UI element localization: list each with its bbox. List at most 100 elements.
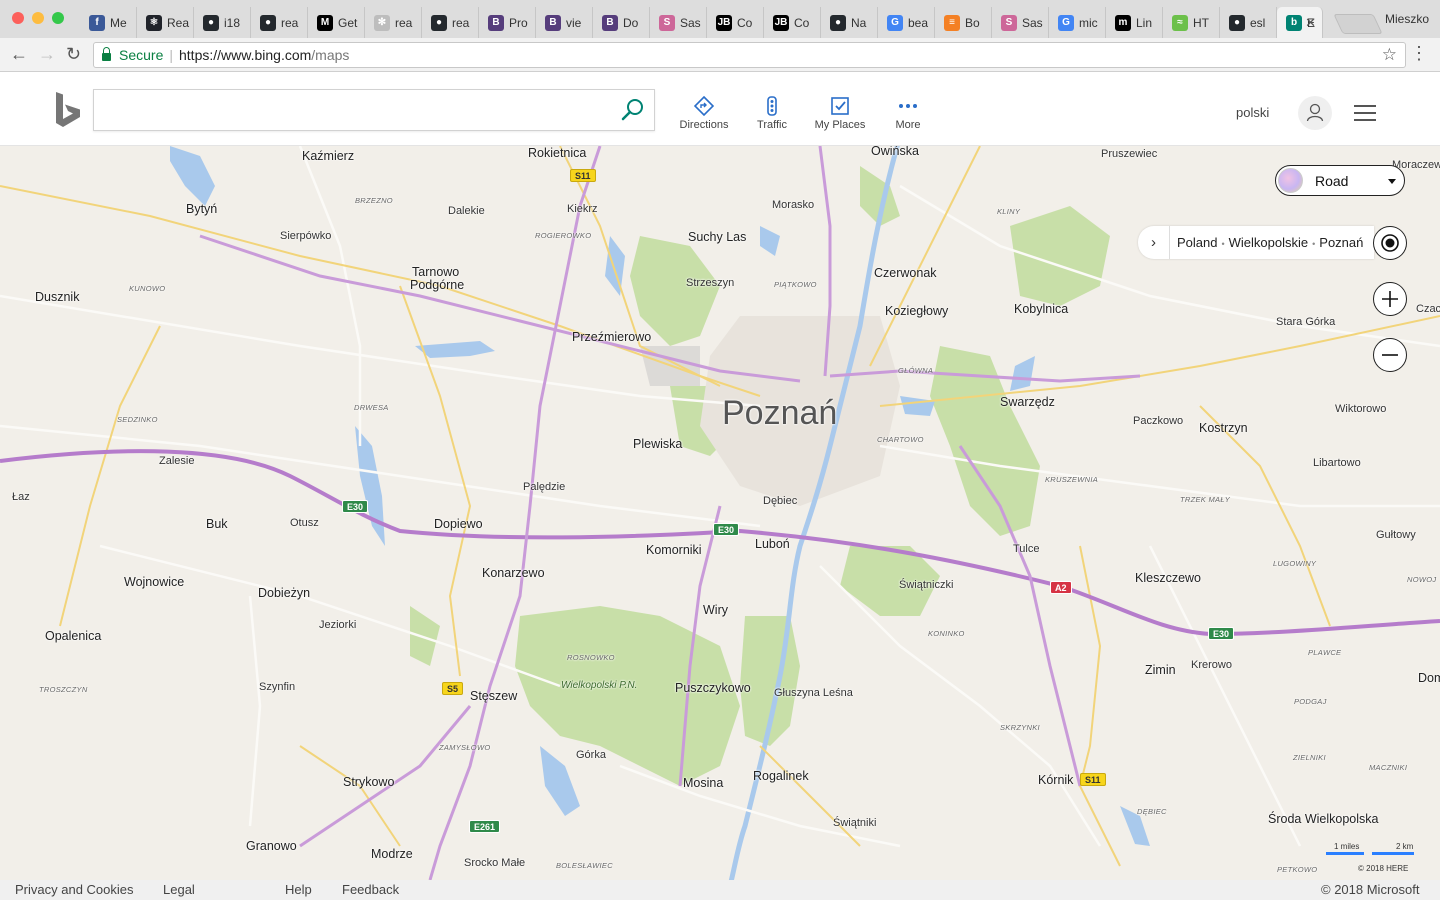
map-style-selector[interactable]: Road (1275, 165, 1405, 196)
map-place-label[interactable]: Swarzędz (1000, 395, 1055, 409)
map-place-label[interactable]: Środa Wielkopolska (1268, 812, 1378, 826)
close-window-button[interactable] (12, 12, 24, 24)
browser-tab[interactable]: S Sas (650, 7, 707, 38)
map-place-label[interactable]: Kaźmierz (302, 149, 354, 163)
map-place-label[interactable]: Palędzie (523, 481, 565, 493)
language-link[interactable]: polski (1236, 105, 1269, 120)
map-place-label[interactable]: Tarnowo (412, 265, 459, 279)
browser-tab[interactable]: JB Co (764, 7, 821, 38)
map-place-label[interactable]: BOLESŁAWIEC (556, 861, 613, 870)
map-place-label[interactable]: Opalenica (45, 629, 101, 643)
more-button[interactable]: More (876, 96, 940, 131)
profile-name[interactable]: Mieszko (1385, 12, 1429, 26)
browser-tab[interactable]: ● Na (821, 7, 878, 38)
map-place-label[interactable]: Puszczykowo (675, 681, 751, 695)
map-place-label[interactable]: Dusznik (35, 290, 79, 304)
map-place-label[interactable]: Koziegłowy (885, 304, 948, 318)
map-place-label[interactable]: Granowo (246, 839, 297, 853)
map-place-label[interactable]: Szynfin (259, 681, 295, 693)
map-place-label[interactable]: Strzeszyn (686, 277, 734, 289)
traffic-button[interactable]: Traffic (740, 96, 804, 131)
new-tab-button[interactable] (1333, 14, 1383, 34)
map-place-label[interactable]: Wiktorowo (1335, 403, 1386, 415)
map-place-label[interactable]: Przeźmierowo (572, 330, 651, 344)
forward-arrow-icon[interactable]: → (38, 44, 56, 65)
map-place-label[interactable]: GŁÓWNA (898, 366, 933, 375)
map-place-label[interactable]: SEDZINKO (117, 415, 158, 424)
map-place-label[interactable]: Otusz (290, 517, 319, 529)
my-places-button[interactable]: My Places (808, 96, 872, 131)
map-place-label[interactable]: DRWESA (354, 403, 389, 412)
map-place-label[interactable]: ZAMYSŁOWO (439, 743, 490, 752)
map-place-label[interactable]: SKRZYNKI (1000, 723, 1040, 732)
map-place-label[interactable]: ZIELNIKI (1293, 753, 1326, 762)
map-place-label[interactable]: Gułtowy (1376, 529, 1416, 541)
map-place-label[interactable]: Dopiewo (434, 517, 483, 531)
chevron-right-icon[interactable]: › (1138, 226, 1170, 259)
map-place-label[interactable]: Stęszew (470, 689, 517, 703)
browser-tab[interactable]: ≡ Bo (935, 7, 992, 38)
map-place-label[interactable]: Podgórne (410, 278, 464, 292)
map-place-label[interactable]: Kostrzyn (1199, 421, 1248, 435)
map-place-label[interactable]: Wojnowice (124, 575, 184, 589)
map-place-label[interactable]: PIĄTKOWO (774, 280, 817, 289)
map-place-label[interactable]: Libartowo (1313, 457, 1361, 469)
map-place-label[interactable]: Paczkowo (1133, 415, 1183, 427)
map-place-label[interactable]: TROSZCZYN (39, 685, 88, 694)
browser-tab[interactable]: m Lin (1106, 7, 1163, 38)
map-place-label[interactable]: Suchy Las (688, 230, 746, 244)
map-place-label[interactable]: PODGAJ (1294, 697, 1327, 706)
map-place-label[interactable]: Poznań (722, 394, 837, 433)
map-place-label[interactable]: Górka (576, 749, 606, 761)
minimize-window-button[interactable] (32, 12, 44, 24)
breadcrumb-country[interactable]: Poland (1177, 235, 1217, 250)
browser-tab[interactable]: Gbea (878, 7, 935, 38)
maximize-window-button[interactable] (52, 12, 64, 24)
map-place-label[interactable]: ROSNOWKO (567, 653, 615, 662)
map-place-label[interactable]: Kleszczewo (1135, 571, 1201, 585)
breadcrumb-region[interactable]: Wielkopolskie (1229, 235, 1308, 250)
bing-logo-icon[interactable] (54, 92, 82, 130)
map-place-label[interactable]: Głuszyna Leśna (774, 687, 853, 699)
map-place-label[interactable]: Sierpówko (280, 230, 331, 242)
map-place-label[interactable]: Jeziorki (319, 619, 356, 631)
map-place-label[interactable]: Tulce (1013, 543, 1040, 555)
map-place-label[interactable]: Zimin (1145, 663, 1176, 677)
browser-tab[interactable]: ✻ rea (365, 7, 422, 38)
browser-tab[interactable]: B Do (593, 7, 650, 38)
browser-tab[interactable]: b E ✕ (1277, 7, 1323, 38)
map-place-label[interactable]: Zalesie (159, 455, 194, 467)
map-place-label[interactable]: Kobylnica (1014, 302, 1068, 316)
map-place-label[interactable]: Stara Górka (1276, 316, 1335, 328)
privacy-link[interactable]: Privacy and Cookies (15, 882, 134, 897)
map-place-label[interactable]: Morasko (772, 199, 814, 211)
map-place-label[interactable]: Modrze (371, 847, 413, 861)
search-icon[interactable] (620, 97, 646, 123)
map-place-label[interactable]: Kiekrz (567, 203, 598, 215)
map-place-label[interactable]: Dom (1418, 671, 1440, 685)
map-place-label[interactable]: MACZNIKI (1369, 763, 1407, 772)
browser-tab[interactable]: ⚛ Rea (137, 7, 194, 38)
map-place-label[interactable]: Czerwonak (874, 266, 937, 280)
map-place-label[interactable]: Bytyń (186, 202, 217, 216)
help-link[interactable]: Help (285, 882, 312, 897)
map-place-label[interactable]: Owińska (871, 146, 919, 158)
back-arrow-icon[interactable]: ← (10, 44, 28, 65)
map-place-label[interactable]: Dobieżyn (258, 586, 310, 600)
map-place-label[interactable]: Świątniczki (899, 579, 953, 591)
zoom-out-button[interactable] (1373, 338, 1407, 372)
legal-link[interactable]: Legal (163, 882, 195, 897)
browser-tab[interactable]: ● rea (251, 7, 308, 38)
map-place-label[interactable]: PLAWCE (1308, 648, 1341, 657)
browser-tab[interactable]: Bvie (536, 7, 593, 38)
browser-tab[interactable]: ≈ HT (1163, 7, 1220, 38)
map-place-label[interactable]: Mosina (683, 776, 723, 790)
map-place-label[interactable]: Strykowo (343, 775, 394, 789)
map-place-label[interactable]: Kórnik (1038, 773, 1073, 787)
bookmark-star-icon[interactable]: ☆ (1382, 45, 1397, 65)
map-place-label[interactable]: Buk (206, 517, 228, 531)
map-place-label[interactable]: Dalekie (448, 205, 485, 217)
avatar[interactable] (1298, 96, 1332, 130)
browser-menu-icon[interactable]: ⋮ (1410, 43, 1428, 64)
browser-tab[interactable]: S Sas (992, 7, 1049, 38)
